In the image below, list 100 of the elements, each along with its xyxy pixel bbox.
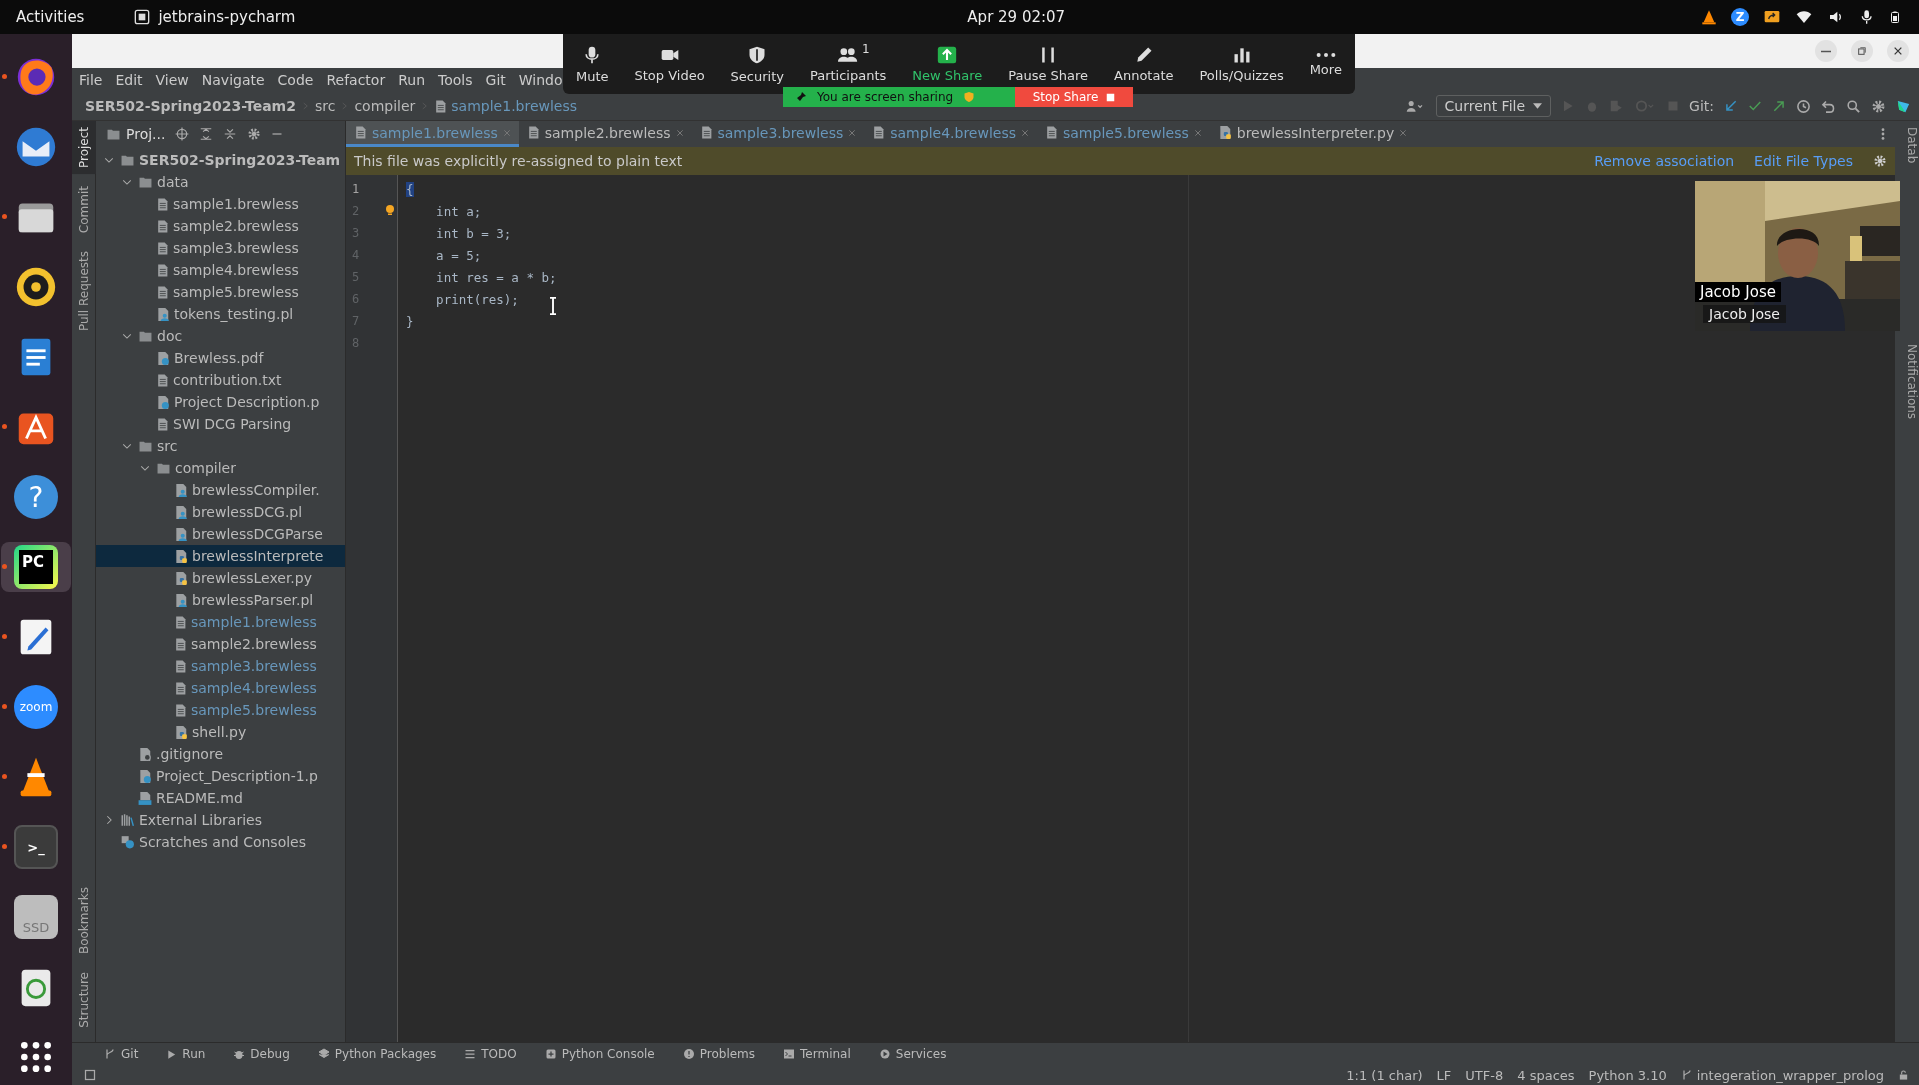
tree-row[interactable]: brewlessLexer.py	[96, 567, 345, 589]
tree-row[interactable]: SER502-Spring2023-Team	[96, 149, 345, 171]
tree-row[interactable]: sample5.brewless	[96, 699, 345, 721]
tool-window-tab[interactable]: Commit	[72, 180, 96, 240]
menu-item[interactable]: View	[155, 72, 189, 88]
stop-share-button[interactable]: Stop Share	[1015, 87, 1133, 107]
menu-item[interactable]: Edit	[115, 72, 143, 88]
breadcrumb-item[interactable]: compiler	[354, 98, 416, 114]
menu-item[interactable]: Windo	[518, 72, 563, 88]
meeting-button[interactable]: Stop Video	[628, 44, 711, 84]
menu-item[interactable]: Refactor	[326, 72, 386, 88]
tree-row[interactable]: SWI DCG Parsing	[96, 413, 345, 435]
tree-row[interactable]: src	[96, 435, 345, 457]
tree-row[interactable]: sample1.brewless	[96, 193, 345, 215]
clock[interactable]: Apr 29 02:07	[967, 8, 1066, 26]
editor-tab[interactable]: sample5.brewless	[1037, 121, 1210, 147]
status-item[interactable]: Python 3.10	[1588, 1067, 1667, 1083]
tool-window-tab[interactable]: Bookmarks	[72, 881, 96, 961]
status-icon[interactable]: Z	[1731, 8, 1749, 26]
tree-row[interactable]: brewlessDCGParse	[96, 523, 345, 545]
meeting-button[interactable]: New Share	[906, 44, 989, 84]
app-name[interactable]: jetbrains-pycharm	[158, 8, 296, 26]
tool-window-button[interactable]: Terminal	[777, 1046, 857, 1062]
menu-item[interactable]: Tools	[438, 72, 473, 88]
close-button[interactable]	[1887, 40, 1909, 62]
menu-item[interactable]: Navigate	[201, 72, 265, 88]
tree-row[interactable]: .gitignore	[96, 743, 345, 765]
tree-row[interactable]: External Libraries	[96, 809, 345, 831]
python-file-icon	[174, 548, 188, 564]
tool-window-button[interactable]: Python Packages	[311, 1046, 443, 1062]
tree-row[interactable]: sample2.brewless	[96, 215, 345, 237]
panel-title[interactable]: Proj...	[126, 126, 166, 142]
tree-row[interactable]: contribution.txt	[96, 369, 345, 391]
meeting-button[interactable]: Security	[724, 43, 790, 85]
menu-item[interactable]: Git	[485, 72, 506, 88]
tree-row[interactable]: sample3.brewless	[96, 655, 345, 677]
run-configuration-dropdown[interactable]: Current File	[1435, 95, 1552, 117]
breadcrumb-item[interactable]: SER502-Spring2023-Team2	[85, 98, 296, 114]
dock-item[interactable]: PC	[1, 542, 71, 592]
restore-icon	[1857, 46, 1867, 56]
tree-row[interactable]: sample2.brewless	[96, 633, 345, 655]
meeting-button[interactable]: Polls/Quizzes	[1193, 44, 1290, 84]
tool-window-button[interactable]: Problems	[676, 1046, 762, 1062]
status-item[interactable]: UTF-8	[1465, 1067, 1504, 1083]
tool-window-button[interactable]: Git	[98, 1046, 145, 1062]
breadcrumb-item[interactable]: src	[314, 98, 336, 114]
menu-item[interactable]: Code	[277, 72, 314, 88]
tree-row[interactable]: sample4.brewless	[96, 677, 345, 699]
activities-button[interactable]: Activities	[16, 8, 85, 26]
menu-item[interactable]: File	[79, 72, 103, 88]
tool-window-tab[interactable]: Structure	[72, 966, 96, 1034]
console-icon	[544, 1048, 557, 1060]
tree-row[interactable]: sample5.brewless	[96, 281, 345, 303]
status-item[interactable]: 1:1 (1 char)	[1346, 1067, 1423, 1083]
tree-row[interactable]: sample4.brewless	[96, 259, 345, 281]
git-branch[interactable]: integeration_wrapper_prolog	[1696, 1067, 1884, 1083]
editor-tab[interactable]: sample3.brewless	[691, 121, 865, 147]
tree-row[interactable]: sample3.brewless	[96, 237, 345, 259]
tool-window-tab[interactable]: Notifications	[1895, 338, 1919, 420]
tree-row[interactable]: data	[96, 171, 345, 193]
editor-tab[interactable]: sample2.brewless	[518, 121, 692, 147]
status-item[interactable]: 4 spaces	[1517, 1067, 1575, 1083]
meeting-button[interactable]: Annotate	[1108, 44, 1180, 84]
tree-row[interactable]: doc	[96, 325, 345, 347]
editor-tab[interactable]: brewlessInterpreter.py	[1209, 121, 1416, 147]
tree-row[interactable]: shell.py	[96, 721, 345, 743]
tool-window-button[interactable]: Python Console	[538, 1046, 661, 1062]
tree-row[interactable]: Project Description.p	[96, 391, 345, 413]
meeting-button[interactable]: More	[1303, 50, 1348, 78]
tree-row[interactable]: README.md	[96, 787, 345, 809]
restore-button[interactable]	[1851, 40, 1873, 62]
tree-row[interactable]: brewlessDCG.pl	[96, 501, 345, 523]
tree-row[interactable]: brewlessCompiler.	[96, 479, 345, 501]
panel-toggle-icon	[84, 1069, 96, 1081]
tree-row[interactable]: Scratches and Consoles	[96, 831, 345, 853]
meeting-button[interactable]: Mute	[569, 43, 615, 85]
tool-window-tab[interactable]: Datab	[1895, 121, 1919, 164]
tree-row[interactable]: brewlessParser.pl	[96, 589, 345, 611]
tree-row[interactable]: compiler	[96, 457, 345, 479]
tool-window-button[interactable]: Services	[872, 1046, 953, 1062]
tool-window-tab[interactable]: Project	[72, 121, 96, 175]
status-item[interactable]: LF	[1436, 1067, 1452, 1083]
tree-row[interactable]: brewlessInterprete	[96, 545, 345, 567]
meeting-button[interactable]: 1 Participants	[803, 44, 893, 84]
file-icon	[1045, 125, 1058, 140]
tree-row[interactable]: sample1.brewless	[96, 611, 345, 633]
meeting-button[interactable]: Pause Share	[1002, 44, 1095, 84]
breadcrumb-item[interactable]: sample1.brewless	[451, 98, 578, 114]
banner-link[interactable]: Remove association	[1594, 153, 1735, 169]
tree-row[interactable]: tokens_testing.pl	[96, 303, 345, 325]
tool-window-button[interactable]: Debug	[227, 1046, 296, 1062]
editor-tab[interactable]: sample4.brewless	[864, 121, 1037, 147]
tree-row[interactable]: Project_Description-1.p	[96, 765, 345, 787]
tool-window-button[interactable]: TODO	[458, 1046, 523, 1062]
collapse-all-icon	[223, 127, 238, 141]
banner-link[interactable]: Edit File Types	[1754, 153, 1853, 169]
menu-item[interactable]: Run	[398, 72, 426, 88]
tool-window-tab[interactable]: Pull Requests	[72, 245, 96, 338]
tool-window-button[interactable]: Run	[160, 1046, 212, 1062]
tree-row[interactable]: Brewless.pdf	[96, 347, 345, 369]
